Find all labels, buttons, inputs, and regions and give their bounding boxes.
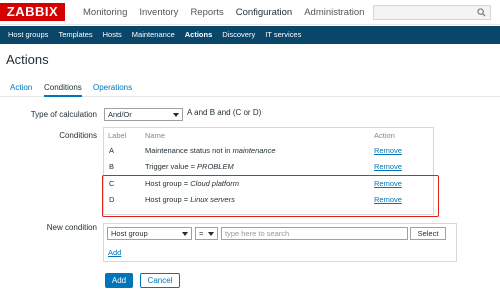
- column-header-action: Action: [374, 131, 395, 140]
- chevron-down-icon: [182, 232, 188, 236]
- search-input[interactable]: [373, 5, 491, 20]
- sub-nav-actions[interactable]: Actions: [180, 26, 218, 44]
- new-condition-label: New condition: [46, 223, 97, 232]
- add-button[interactable]: Add: [105, 273, 133, 288]
- chevron-down-icon: [173, 113, 179, 117]
- sub-nav-discovery[interactable]: Discovery: [217, 26, 260, 44]
- top-nav-configuration[interactable]: Configuration: [230, 0, 299, 25]
- sub-nav-it-services[interactable]: IT services: [260, 26, 306, 44]
- host-group-search-input[interactable]: type here to search: [221, 227, 408, 240]
- sub-nav-templates[interactable]: Templates: [53, 26, 97, 44]
- operator-select[interactable]: =: [195, 227, 218, 240]
- sub-nav: Host groups Templates Hosts Maintenance …: [0, 26, 500, 44]
- top-bar: ZABBIX Monitoring Inventory Reports Conf…: [0, 0, 500, 25]
- sub-nav-host-groups[interactable]: Host groups: [3, 26, 53, 44]
- tab-conditions[interactable]: Conditions: [44, 79, 82, 97]
- conditions-label: Conditions: [59, 131, 97, 140]
- tab-operations[interactable]: Operations: [93, 79, 132, 97]
- top-nav: Monitoring Inventory Reports Configurati…: [77, 0, 370, 25]
- operator-value: =: [199, 229, 204, 238]
- cancel-button[interactable]: Cancel: [140, 273, 180, 288]
- remove-condition-link[interactable]: Remove: [374, 162, 402, 171]
- column-header-name: Name: [145, 131, 166, 140]
- page-title: Actions: [6, 52, 49, 67]
- column-header-label: Label: [108, 131, 127, 140]
- tab-bar: Action Conditions Operations: [0, 79, 500, 97]
- condition-name: Trigger value = PROBLEM: [145, 162, 234, 171]
- add-condition-link[interactable]: Add: [108, 248, 121, 257]
- sub-nav-maintenance[interactable]: Maintenance: [127, 26, 180, 44]
- sub-nav-hosts[interactable]: Hosts: [98, 26, 127, 44]
- zabbix-logo[interactable]: ZABBIX: [0, 3, 65, 21]
- condition-type-value: Host group: [111, 229, 148, 238]
- search-icon[interactable]: [477, 8, 486, 17]
- condition-type-select[interactable]: Host group: [107, 227, 192, 240]
- calc-type-select[interactable]: And/Or: [104, 108, 183, 121]
- condition-label: A: [109, 146, 115, 155]
- calc-formula: A and B and (C or D): [187, 108, 262, 117]
- select-button[interactable]: Select: [410, 227, 446, 240]
- top-nav-reports[interactable]: Reports: [184, 0, 229, 25]
- top-nav-administration[interactable]: Administration: [298, 0, 370, 25]
- calc-type-label: Type of calculation: [30, 110, 97, 119]
- tab-action[interactable]: Action: [10, 79, 32, 97]
- remove-condition-link[interactable]: Remove: [374, 146, 402, 155]
- top-nav-inventory[interactable]: Inventory: [133, 0, 184, 25]
- chevron-down-icon: [208, 232, 214, 236]
- highlight-annotation: [102, 175, 439, 217]
- condition-name: Maintenance status not in maintenance: [145, 146, 276, 155]
- top-nav-monitoring[interactable]: Monitoring: [77, 0, 133, 25]
- condition-label: B: [109, 162, 115, 171]
- calc-type-value: And/Or: [108, 110, 132, 119]
